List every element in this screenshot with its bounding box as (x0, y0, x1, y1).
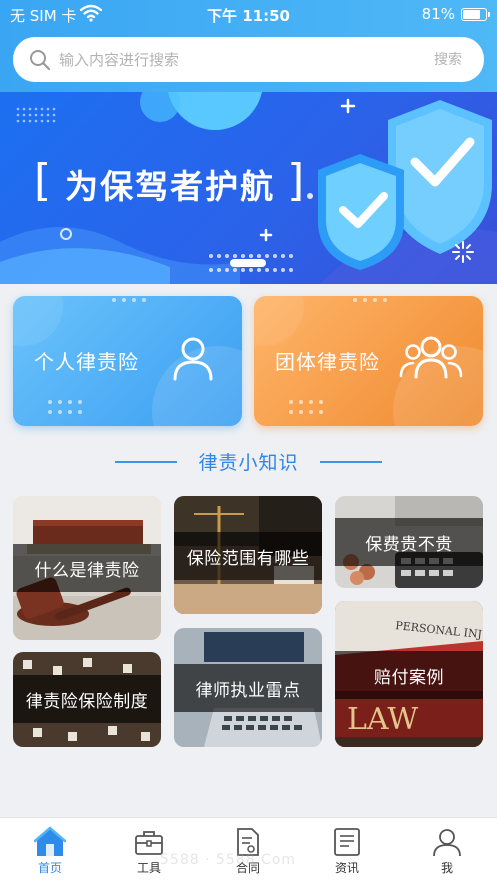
watermark: 5588 · 5588.Com (160, 852, 297, 868)
profile-icon (433, 829, 461, 857)
group-icon (399, 336, 463, 379)
tile-coverage-scope[interactable]: 保险范围有哪些 (174, 496, 322, 614)
search-input[interactable] (59, 50, 419, 69)
tab-home[interactable]: 首页 (10, 818, 90, 883)
tile-caption: 什么是律责险 (13, 544, 161, 592)
banner-title: [ 为保驾者护航 ] (22, 155, 318, 209)
section-title: 律责小知识 (198, 452, 299, 474)
tab-me[interactable]: 我 (407, 818, 487, 883)
group-insurance-card[interactable]: 团体律责险 (254, 296, 483, 426)
carousel-indicator[interactable] (208, 252, 298, 276)
search-icon (30, 49, 51, 70)
section-divider-right (320, 461, 382, 463)
tile-caption: 律师执业雷点 (174, 664, 322, 712)
battery-indicator: 81% (421, 5, 490, 23)
tab-label: 首页 (37, 861, 62, 875)
tile-caption: 律责险保险制度 (13, 675, 161, 723)
bracket-left: [ (34, 155, 54, 206)
app-header: 无 SIM 卡 下午 11:50 81% 搜索 (0, 0, 497, 92)
battery-icon (461, 7, 490, 21)
law-cover-text: LAW (347, 702, 418, 737)
tile-lawyer-risks[interactable]: 律师执业雷点 (174, 628, 322, 747)
status-bar: 无 SIM 卡 下午 11:50 81% (0, 0, 497, 28)
tile-what-is-insurance[interactable]: 什么是律责险 (13, 496, 161, 640)
banner-title-text: 为保驾者护航 (65, 166, 276, 206)
tile-caption: 赔付案例 (335, 651, 483, 699)
tile-claim-cases[interactable]: PERSONAL INJURY LAW 赔付案例 (335, 601, 483, 747)
tile-caption: 保费贵不贵 (335, 518, 483, 566)
tab-tools[interactable]: 工具 (109, 818, 189, 883)
tab-contracts[interactable]: 合同 (208, 818, 288, 883)
group-insurance-label: 团体律责险 (275, 350, 380, 374)
personal-insurance-card[interactable]: 个人律责险 (13, 296, 242, 426)
personal-insurance-label: 个人律责险 (34, 350, 139, 374)
news-icon (334, 828, 360, 856)
tab-label: 我 (440, 861, 453, 875)
bottom-tab-bar: 首页 工具 合同 资讯 我 (0, 817, 497, 883)
search-button[interactable]: 搜索 (434, 49, 462, 69)
tile-caption: 保险范围有哪些 (174, 532, 322, 580)
battery-percent: 81% (421, 5, 455, 23)
search-bar[interactable]: 搜索 (13, 37, 484, 82)
promo-banner[interactable]: [ 为保驾者护航 ] (0, 92, 497, 284)
bracket-right: ] (287, 155, 307, 206)
tab-label: 资讯 (334, 861, 359, 875)
tile-insurance-system[interactable]: 律责险保险制度 (13, 652, 161, 747)
home-icon (34, 826, 66, 856)
person-icon (173, 337, 213, 381)
tab-news[interactable]: 资讯 (307, 818, 387, 883)
tile-premium-cost[interactable]: 保费贵不贵 (335, 496, 483, 588)
